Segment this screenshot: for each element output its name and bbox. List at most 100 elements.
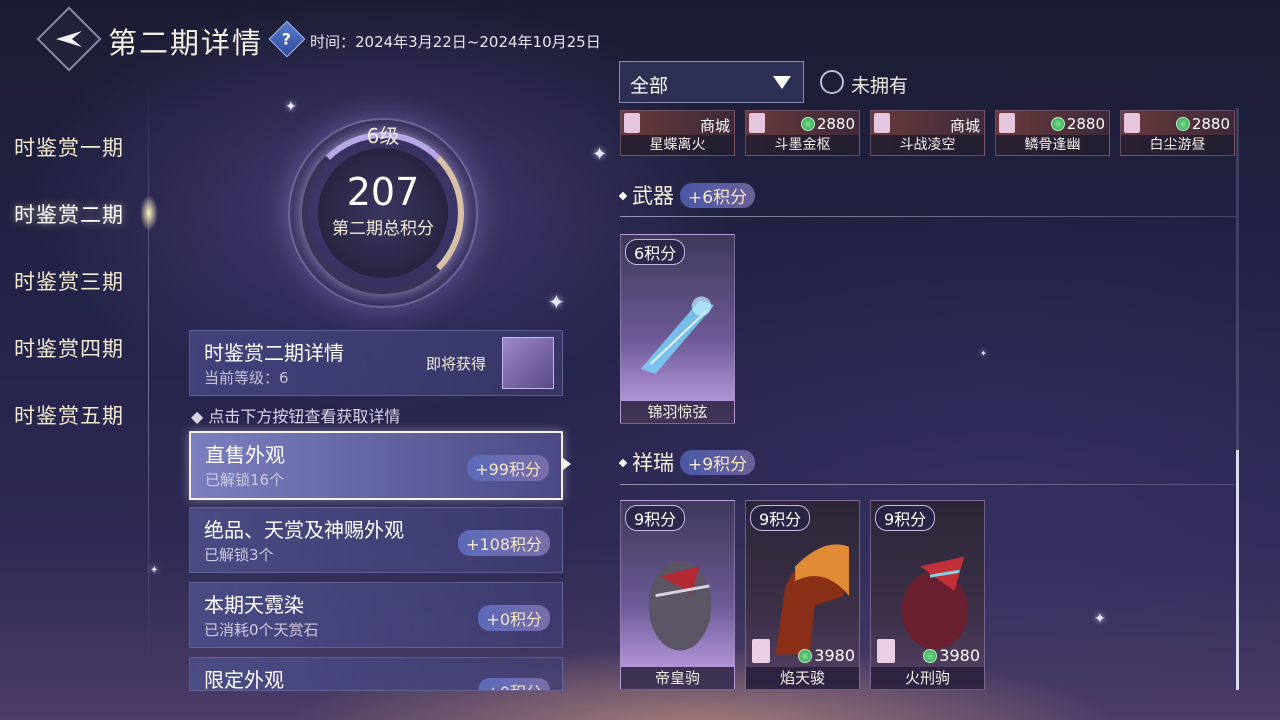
item-card[interactable]: 2880 斗墨金枢: [745, 110, 860, 156]
category-title: 本期天霓染: [204, 593, 304, 617]
section-title: 祥瑞: [632, 451, 674, 475]
lock-icon: [624, 113, 640, 133]
category-subtitle: 已消耗0个天赏石: [204, 621, 319, 639]
current-level: 当前等级：6: [204, 369, 289, 387]
period-detail-title: 时鉴赏二期详情: [204, 341, 344, 365]
category-title: 直售外观: [205, 443, 285, 467]
points-badge: +99积分: [467, 455, 549, 481]
weapon-art-icon: [640, 296, 715, 374]
sparkle-icon: ✦: [285, 99, 297, 115]
item-price: 2880: [1175, 115, 1230, 133]
nav-item-period-4[interactable]: 时鉴赏四期: [14, 333, 124, 363]
item-name: 锦羽惊弦: [621, 401, 734, 423]
category-title: 绝品、天赏及神赐外观: [204, 518, 404, 542]
points-badge: 9积分: [875, 505, 936, 531]
lock-icon: [752, 639, 770, 663]
nav-item-period-1[interactable]: 时鉴赏一期: [14, 132, 124, 162]
category-direct-sale[interactable]: 直售外观 已解锁16个 +99积分: [189, 431, 563, 500]
item-card[interactable]: 9积分 3980 焰天骏: [745, 500, 860, 690]
section-mount-header: 祥瑞 +9积分: [618, 447, 756, 477]
points-badge: +108积分: [458, 530, 550, 556]
category-dye[interactable]: 本期天霓染 已消耗0个天赏石 +0积分: [189, 582, 563, 648]
points-badge: 6积分: [625, 239, 686, 265]
chevron-down-icon: [773, 76, 791, 89]
filter-value: 全部: [630, 75, 669, 97]
page-title: 第二期详情: [108, 26, 264, 60]
not-owned-radio[interactable]: [820, 70, 844, 94]
jade-coin-icon: [1175, 117, 1190, 131]
jade-coin-icon: [798, 649, 813, 663]
date-range: 时间：2024年3月22日~2024年10月25日: [310, 33, 601, 51]
points-badge: +0积分: [478, 605, 550, 631]
section-weapon-header: 武器 +6积分: [618, 180, 756, 210]
item-name: 星蝶离火: [621, 135, 734, 155]
category-subtitle: 已解锁3个: [204, 546, 274, 564]
reward-thumbnail[interactable]: [502, 337, 554, 389]
item-card[interactable]: 9积分 3980 火刑驹: [870, 500, 985, 690]
sparkle-icon: ✦: [980, 349, 987, 358]
shop-label: 商城: [949, 117, 980, 135]
nav-item-period-3[interactable]: 时鉴赏三期: [14, 266, 124, 296]
item-card[interactable]: 6积分 锦羽惊弦: [620, 234, 735, 424]
points-badge: +6积分: [680, 183, 756, 208]
item-name: 斗墨金枢: [746, 135, 859, 155]
section-divider: [620, 216, 1236, 217]
item-name: 鳞骨逢幽: [996, 135, 1109, 155]
total-score-label: 第二期总积分: [332, 219, 434, 239]
lock-icon: [877, 639, 895, 663]
points-badge: +0积分: [478, 678, 550, 690]
category-title: 限定外观: [204, 668, 284, 691]
back-arrow-icon: [56, 31, 82, 47]
shop-label: 商城: [699, 117, 730, 135]
period-detail-panel[interactable]: 时鉴赏二期详情 当前等级：6 即将获得: [189, 330, 563, 396]
nav-item-period-5[interactable]: 时鉴赏五期: [14, 400, 124, 430]
item-name: 白尘游昼: [1121, 135, 1234, 155]
back-button[interactable]: [36, 6, 102, 72]
hint-text: ◆ 点击下方按钮查看获取详情: [191, 407, 401, 426]
sparkle-icon: ✦: [592, 144, 608, 165]
nav-divider: [148, 80, 149, 660]
sparkle-icon: ✦: [1094, 611, 1106, 627]
active-arrow-icon: [563, 458, 571, 470]
item-name: 火刑驹: [871, 667, 984, 689]
question-icon[interactable]: ?: [268, 20, 306, 58]
item-card[interactable]: 2880 白尘游昼: [1120, 110, 1235, 156]
not-owned-label: 未拥有: [851, 75, 909, 97]
lock-icon: [1124, 113, 1140, 133]
item-card[interactable]: 商城 斗战凌空: [870, 110, 985, 156]
item-price: 2880: [800, 115, 855, 133]
section-divider: [620, 484, 1236, 485]
lock-icon: [749, 113, 765, 133]
total-score: 207: [346, 170, 420, 214]
points-badge: +9积分: [680, 450, 756, 475]
jade-coin-icon: [923, 649, 938, 663]
item-price: 3980: [923, 646, 980, 665]
nav-active-indicator: [140, 195, 158, 231]
item-card[interactable]: 9积分 帝皇驹: [620, 500, 735, 690]
item-price: 3980: [798, 646, 855, 665]
item-card[interactable]: 2880 鳞骨逢幽: [995, 110, 1110, 156]
item-name: 焰天骏: [746, 667, 859, 689]
sparkle-icon: ✦: [548, 290, 565, 314]
scrollbar-thumb[interactable]: [1236, 450, 1239, 690]
mount-art-icon: [648, 560, 712, 651]
jade-coin-icon: [1050, 117, 1065, 131]
item-card[interactable]: 商城 星蝶离火: [620, 110, 735, 156]
sparkle-icon: ✦: [150, 565, 159, 576]
category-premium[interactable]: 绝品、天赏及神赐外观 已解锁3个 +108积分: [189, 507, 563, 573]
section-title: 武器: [632, 184, 674, 208]
points-badge: 9积分: [750, 505, 811, 531]
level-ring: 6级 207 第二期总积分: [288, 118, 478, 308]
lock-icon: [999, 113, 1015, 133]
filter-dropdown[interactable]: 全部: [619, 61, 804, 103]
level-label: 6级: [366, 124, 400, 148]
item-name: 帝皇驹: [621, 667, 734, 689]
nav-item-period-2[interactable]: 时鉴赏二期: [14, 199, 124, 229]
lock-icon: [874, 113, 890, 133]
coming-reward-label: 即将获得: [426, 355, 487, 373]
jade-coin-icon: [800, 117, 815, 131]
category-limited[interactable]: 限定外观 +0积分: [189, 657, 563, 691]
item-name: 斗战凌空: [871, 135, 984, 155]
item-price: 2880: [1050, 115, 1105, 133]
category-subtitle: 已解锁16个: [205, 471, 285, 489]
